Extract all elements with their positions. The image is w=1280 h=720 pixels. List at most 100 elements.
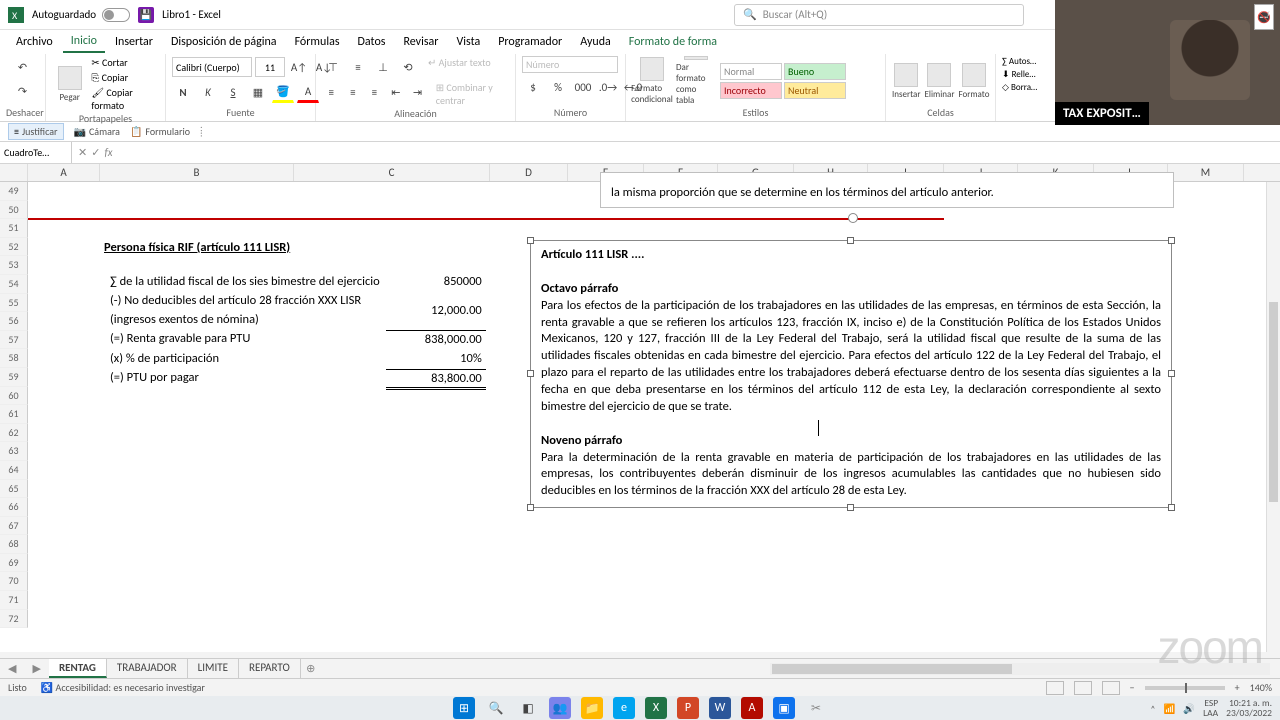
handle-nw[interactable] (527, 237, 534, 244)
row-header-63[interactable]: 63 (0, 442, 28, 461)
increase-decimal-button[interactable]: .0→ (597, 76, 619, 98)
teams-icon[interactable]: 👥 (549, 697, 571, 719)
font-size-select[interactable] (255, 57, 285, 77)
row-header-56[interactable]: 56 (0, 312, 28, 331)
undo-button[interactable]: ↶ (12, 56, 34, 78)
delete-cells-button[interactable]: Eliminar (925, 56, 955, 106)
pdf-icon[interactable]: A (741, 697, 763, 719)
autosum-button[interactable]: ∑ Autos… (1002, 56, 1036, 67)
cancel-formula-icon[interactable]: ✕ (78, 146, 87, 159)
handle-ne[interactable] (1168, 237, 1175, 244)
menu-revisar[interactable]: Revisar (395, 32, 446, 52)
wrap-text-button[interactable]: ↵ Ajustar texto (428, 56, 491, 78)
textbox-article[interactable]: Artículo 111 LISR .... Octavo párrafo Pa… (530, 240, 1172, 508)
menu-inicio[interactable]: Inicio (63, 31, 105, 53)
comma-button[interactable]: 000 (572, 76, 594, 98)
col-header-M[interactable]: M (1168, 164, 1244, 181)
sheet-tab-rentag[interactable]: RENTAG (49, 659, 107, 678)
fill-button[interactable]: ⬇ Relle… (1002, 69, 1036, 80)
style-neutral[interactable]: Neutral (784, 82, 846, 99)
handle-n[interactable] (847, 237, 854, 244)
sheet-tab-reparto[interactable]: REPARTO (239, 659, 301, 678)
edge-icon[interactable]: e (613, 697, 635, 719)
row-header-50[interactable]: 50 (0, 201, 28, 220)
row-header-69[interactable]: 69 (0, 554, 28, 573)
system-tray[interactable]: ˄ 📶 🔊 ESPLAA 10:21 a. m.23/03/2022 (1150, 699, 1272, 718)
row-header-60[interactable]: 60 (0, 387, 28, 406)
row-header-70[interactable]: 70 (0, 572, 28, 591)
as-table-button[interactable]: Dar formato como tabla (676, 56, 716, 106)
number-format-select[interactable]: Número (522, 56, 618, 73)
powerpoint-icon[interactable]: P (677, 697, 699, 719)
row-header-49[interactable]: 49 (0, 182, 28, 201)
handle-sw[interactable] (527, 504, 534, 511)
view-normal-button[interactable] (1046, 681, 1064, 695)
redo-button[interactable]: ↷ (12, 80, 34, 102)
cond-format-button[interactable]: Formato condicional (632, 56, 672, 106)
menu-fórmulas[interactable]: Fórmulas (287, 32, 348, 52)
justify-button[interactable]: ≡ Justificar (8, 123, 64, 140)
zoom-out-button[interactable]: − (1130, 681, 1135, 694)
textbox-top[interactable]: la misma proporción que se determine en … (600, 172, 1174, 208)
start-button[interactable]: ⊞ (453, 697, 475, 719)
row-header-55[interactable]: 55 (0, 294, 28, 313)
align-top-button[interactable]: ⊤ (322, 56, 344, 78)
save-icon[interactable]: 💾 (138, 7, 154, 23)
search-input[interactable]: 🔍 Buscar (Alt+Q) (734, 4, 1024, 26)
menu-ayuda[interactable]: Ayuda (572, 32, 619, 52)
menu-vista[interactable]: Vista (448, 32, 488, 52)
row-header-52[interactable]: 52 (0, 238, 28, 257)
col-header-A[interactable]: A (28, 164, 100, 181)
insert-cells-button[interactable]: Insertar (892, 56, 921, 106)
row-header-54[interactable]: 54 (0, 275, 28, 294)
currency-button[interactable]: $ (522, 76, 544, 98)
menu-insertar[interactable]: Insertar (107, 32, 161, 52)
word-icon[interactable]: W (709, 697, 731, 719)
row-header-53[interactable]: 53 (0, 256, 28, 275)
handle-e[interactable] (1168, 370, 1175, 377)
cut-button[interactable]: ✂ Cortar (91, 56, 159, 69)
menu-datos[interactable]: Datos (350, 32, 394, 52)
menu-archivo[interactable]: Archivo (8, 32, 61, 52)
task-view-button[interactable]: ◧ (517, 697, 539, 719)
snip-icon[interactable]: ✂ (805, 697, 827, 719)
italic-button[interactable]: K (197, 81, 219, 103)
fx-icon[interactable]: fx (104, 146, 112, 159)
row-header-58[interactable]: 58 (0, 349, 28, 368)
zoom-slider[interactable] (1145, 686, 1225, 690)
row-header-68[interactable]: 68 (0, 535, 28, 554)
taskbar-search-button[interactable]: 🔍 (485, 697, 507, 719)
borders-button[interactable]: ▦ (247, 81, 269, 103)
row-header-62[interactable]: 62 (0, 424, 28, 443)
excel-taskbar-icon[interactable]: X (645, 697, 667, 719)
zoom-taskbar-icon[interactable]: ▣ (773, 697, 795, 719)
handle-se[interactable] (1168, 504, 1175, 511)
explorer-icon[interactable]: 📁 (581, 697, 603, 719)
view-pagebreak-button[interactable] (1102, 681, 1120, 695)
autosave-toggle[interactable]: Autoguardado (32, 8, 130, 22)
sheet-tab-trabajador[interactable]: TRABAJADOR (107, 659, 188, 678)
row-header-57[interactable]: 57 (0, 331, 28, 350)
col-header-D[interactable]: D (490, 164, 568, 181)
shape-rotate-handle[interactable] (848, 213, 858, 223)
sheet-nav-next[interactable]: ▶ (24, 662, 48, 675)
align-bottom-button[interactable]: ⊥ (372, 56, 394, 78)
handle-w[interactable] (527, 370, 534, 377)
style-normal[interactable]: Normal (720, 63, 782, 80)
align-left-button[interactable]: ≡ (322, 81, 341, 103)
menu-disposición-de-página[interactable]: Disposición de página (163, 32, 285, 52)
vertical-scrollbar[interactable] (1266, 182, 1280, 652)
increase-font-button[interactable]: A↑ (288, 56, 310, 78)
font-name-select[interactable] (172, 57, 252, 77)
zoom-in-button[interactable]: + (1235, 681, 1240, 694)
underline-button[interactable]: S (222, 81, 244, 103)
zoom-level[interactable]: 140% (1250, 681, 1272, 694)
row-header-65[interactable]: 65 (0, 480, 28, 499)
align-right-button[interactable]: ≡ (365, 81, 384, 103)
row-header-72[interactable]: 72 (0, 610, 28, 629)
style-bad[interactable]: Incorrecto (720, 82, 782, 99)
indent-decrease-button[interactable]: ⇤ (387, 81, 406, 103)
indent-increase-button[interactable]: ⇥ (408, 81, 427, 103)
col-header-C[interactable]: C (294, 164, 490, 181)
sheet-nav-prev[interactable]: ◀ (0, 662, 24, 675)
